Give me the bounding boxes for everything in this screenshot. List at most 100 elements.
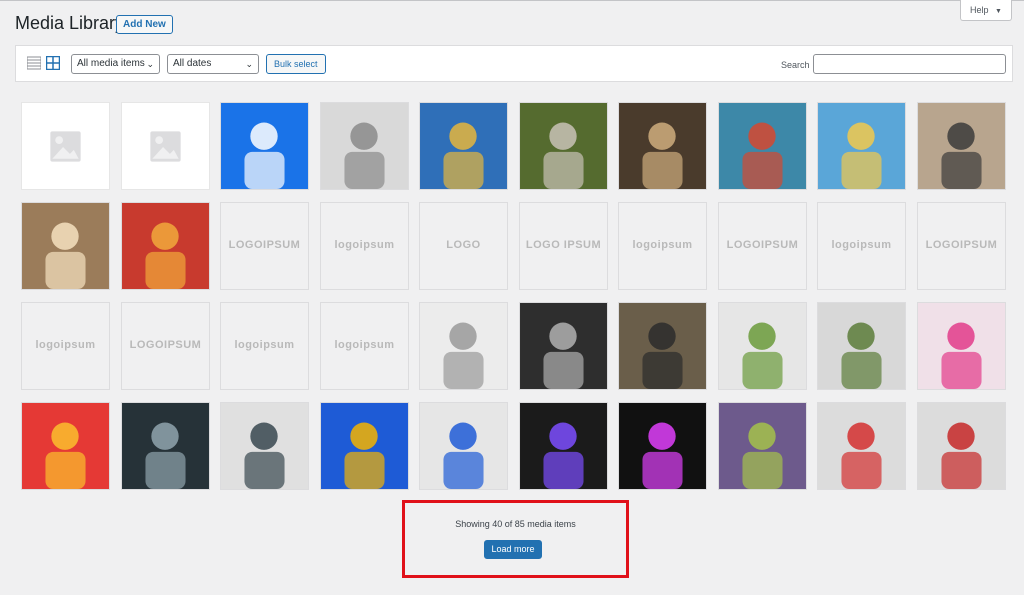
photo-image <box>122 203 209 289</box>
photo-image <box>22 203 109 289</box>
media-photo-thumbnail[interactable] <box>320 402 409 490</box>
media-photo-thumbnail[interactable] <box>220 402 309 490</box>
media-photo-thumbnail[interactable] <box>618 302 707 390</box>
date-filter[interactable]: All dates ⌄ <box>167 54 259 74</box>
logo-text: logoipsum <box>831 239 892 251</box>
add-new-button[interactable]: Add New <box>116 15 173 34</box>
photo-image <box>619 303 706 389</box>
logo-text: logoipsum <box>334 239 395 251</box>
logo-text: logoipsum <box>334 339 395 351</box>
photo-image <box>122 403 209 489</box>
media-logo-thumbnail[interactable]: LOGOIPSUM <box>718 202 807 290</box>
grid-view-icon[interactable] <box>45 55 61 71</box>
highlight-box <box>402 500 629 578</box>
photo-image <box>619 403 706 489</box>
photo-image <box>918 103 1005 189</box>
logo-text: LOGO IPSUM <box>525 239 602 251</box>
media-photo-thumbnail[interactable] <box>419 102 508 190</box>
chevron-down-icon: ⌄ <box>245 59 253 69</box>
media-logo-thumbnail[interactable]: logoipsum <box>21 302 110 390</box>
media-logo-thumbnail[interactable]: LOGOIPSUM <box>917 202 1006 290</box>
logo-text: LOGOIPSUM <box>129 339 202 351</box>
image-placeholder-icon <box>150 131 181 162</box>
photo-image <box>221 103 308 189</box>
media-photo-thumbnail[interactable] <box>817 302 906 390</box>
media-photo-thumbnail[interactable] <box>718 402 807 490</box>
media-photo-thumbnail[interactable] <box>121 402 210 490</box>
photo-image <box>818 103 905 189</box>
media-photo-thumbnail[interactable] <box>519 402 608 490</box>
media-photo-thumbnail[interactable] <box>917 102 1006 190</box>
media-logo-thumbnail[interactable]: LOGO IPSUM <box>519 202 608 290</box>
bulk-select-button[interactable]: Bulk select <box>266 54 326 74</box>
photo-image <box>719 403 806 489</box>
help-label: Help <box>970 5 989 15</box>
logo-text: LOGOIPSUM <box>925 239 998 251</box>
photo-image <box>520 303 607 389</box>
date-filter-value: All dates <box>173 58 212 69</box>
media-photo-thumbnail[interactable] <box>121 202 210 290</box>
photo-image <box>420 303 507 389</box>
photo-image <box>321 103 408 189</box>
media-photo-thumbnail[interactable] <box>21 402 110 490</box>
search-input[interactable] <box>813 54 1006 74</box>
media-placeholder-thumbnail[interactable] <box>21 102 110 190</box>
media-count-status: Showing 40 of 85 media items <box>455 519 576 529</box>
photo-image <box>818 403 905 489</box>
help-tab[interactable]: Help ▼ <box>960 0 1012 21</box>
photo-image <box>719 103 806 189</box>
media-photo-thumbnail[interactable] <box>419 302 508 390</box>
media-type-value: All media items <box>77 58 145 69</box>
photo-image <box>520 403 607 489</box>
logo-text: LOGOIPSUM <box>228 239 301 251</box>
photo-image <box>520 103 607 189</box>
media-placeholder-thumbnail[interactable] <box>121 102 210 190</box>
photo-image <box>420 403 507 489</box>
caret-down-icon: ▼ <box>995 8 1002 15</box>
photo-image <box>719 303 806 389</box>
media-logo-thumbnail[interactable]: LOGOIPSUM <box>220 202 309 290</box>
photo-image <box>818 303 905 389</box>
media-logo-thumbnail[interactable]: logoipsum <box>817 202 906 290</box>
logo-text: LOGO <box>446 239 481 251</box>
media-logo-thumbnail[interactable]: logoipsum <box>320 302 409 390</box>
media-photo-thumbnail[interactable] <box>917 402 1006 490</box>
logo-text: logoipsum <box>234 339 295 351</box>
media-photo-thumbnail[interactable] <box>519 302 608 390</box>
media-toolbar: All media items ⌄ All dates ⌄ Bulk selec… <box>15 45 1013 82</box>
media-photo-thumbnail[interactable] <box>618 102 707 190</box>
load-more-button[interactable]: Load more <box>484 540 542 559</box>
media-logo-thumbnail[interactable]: LOGOIPSUM <box>121 302 210 390</box>
media-photo-thumbnail[interactable] <box>817 402 906 490</box>
photo-image <box>420 103 507 189</box>
logo-text: LOGOIPSUM <box>726 239 799 251</box>
media-photo-thumbnail[interactable] <box>917 302 1006 390</box>
photo-image <box>321 403 408 489</box>
media-type-filter[interactable]: All media items ⌄ <box>71 54 160 74</box>
media-photo-thumbnail[interactable] <box>21 202 110 290</box>
media-logo-thumbnail[interactable]: logoipsum <box>320 202 409 290</box>
photo-image <box>918 403 1005 489</box>
photo-image <box>221 403 308 489</box>
photo-image <box>22 403 109 489</box>
media-photo-thumbnail[interactable] <box>618 402 707 490</box>
list-view-icon[interactable] <box>26 56 42 70</box>
media-logo-thumbnail[interactable]: LOGO <box>419 202 508 290</box>
media-photo-thumbnail[interactable] <box>718 302 807 390</box>
media-photo-thumbnail[interactable] <box>817 102 906 190</box>
chevron-down-icon: ⌄ <box>146 59 154 69</box>
image-placeholder-icon <box>50 131 81 162</box>
photo-image <box>619 103 706 189</box>
media-photo-thumbnail[interactable] <box>419 402 508 490</box>
media-logo-thumbnail[interactable]: logoipsum <box>220 302 309 390</box>
media-logo-thumbnail[interactable]: logoipsum <box>618 202 707 290</box>
search-label: Search <box>781 60 810 70</box>
media-photo-thumbnail[interactable] <box>519 102 608 190</box>
logo-text: logoipsum <box>632 239 693 251</box>
media-photo-thumbnail[interactable] <box>320 102 409 190</box>
media-photo-thumbnail[interactable] <box>220 102 309 190</box>
top-divider <box>0 0 1024 1</box>
page-title: Media Library <box>15 13 125 33</box>
logo-text: logoipsum <box>35 339 96 351</box>
media-photo-thumbnail[interactable] <box>718 102 807 190</box>
